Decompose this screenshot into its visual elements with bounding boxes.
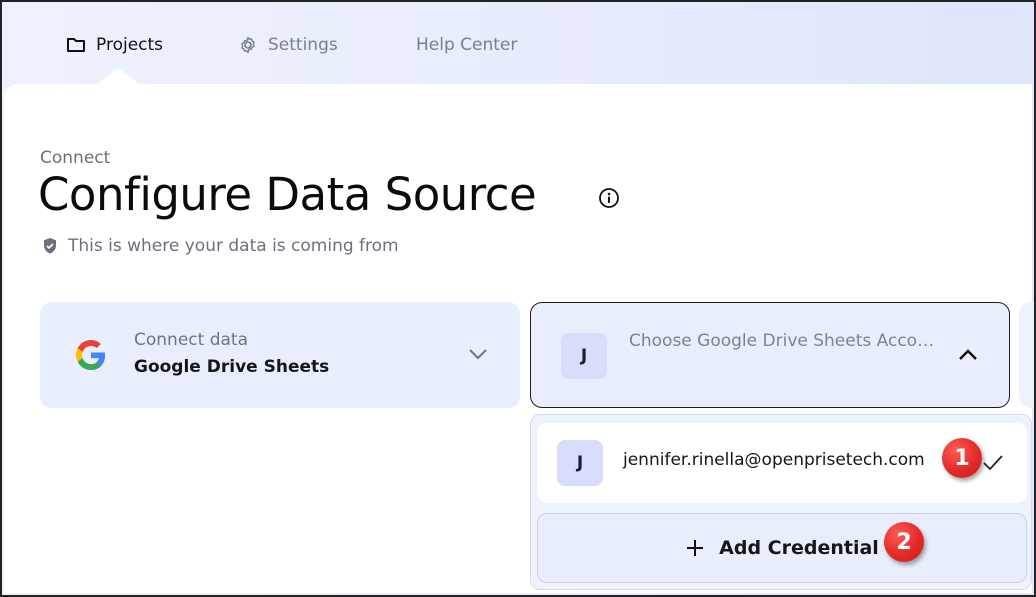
shield-check-icon	[42, 237, 58, 255]
nav-tab-help-center-label: Help Center	[416, 35, 518, 55]
gear-icon	[238, 35, 258, 55]
breadcrumb: Connect	[40, 148, 111, 168]
account-selector[interactable]: J Choose Google Drive Sheets Account	[530, 302, 1010, 408]
data-source-label: Connect data	[134, 330, 248, 350]
nav-tab-projects[interactable]: Projects	[66, 32, 163, 58]
data-source-selector[interactable]: Connect data Google Drive Sheets	[40, 302, 520, 408]
nav-tab-projects-label: Projects	[96, 35, 164, 55]
add-credential-button[interactable]: Add Credential	[537, 513, 1027, 583]
step-marker-1: 1	[942, 438, 982, 478]
check-icon	[981, 453, 1005, 477]
nav-tab-settings-label: Settings	[268, 35, 338, 55]
chevron-down-icon[interactable]	[468, 346, 488, 365]
chevron-up-icon[interactable]	[957, 347, 979, 366]
info-icon[interactable]	[598, 187, 620, 213]
google-logo-icon	[76, 340, 106, 374]
account-email: jennifer.rinella@openprisetech.com	[623, 450, 925, 470]
folder-icon	[66, 36, 86, 54]
top-nav: Projects Settings Help Center	[2, 2, 1034, 86]
page-title: Configure Data Source	[38, 168, 537, 221]
plus-icon	[685, 538, 705, 558]
page-subtitle-text: This is where your data is coming from	[68, 236, 399, 256]
page-subtitle: This is where your data is coming from	[42, 236, 399, 256]
nav-tab-help-center[interactable]: Help Center	[416, 32, 517, 58]
app-window: Projects Settings Help Center Connect Co…	[0, 0, 1036, 597]
step-marker-2: 2	[884, 522, 924, 562]
active-tab-indicator	[94, 68, 142, 86]
data-source-value: Google Drive Sheets	[134, 357, 330, 377]
avatar: J	[557, 440, 603, 486]
nav-tab-settings[interactable]: Settings	[238, 32, 338, 58]
next-card-edge	[1019, 302, 1034, 408]
account-selector-placeholder: Choose Google Drive Sheets Account	[629, 331, 939, 351]
avatar: J	[561, 333, 607, 379]
add-credential-label: Add Credential	[719, 537, 879, 559]
